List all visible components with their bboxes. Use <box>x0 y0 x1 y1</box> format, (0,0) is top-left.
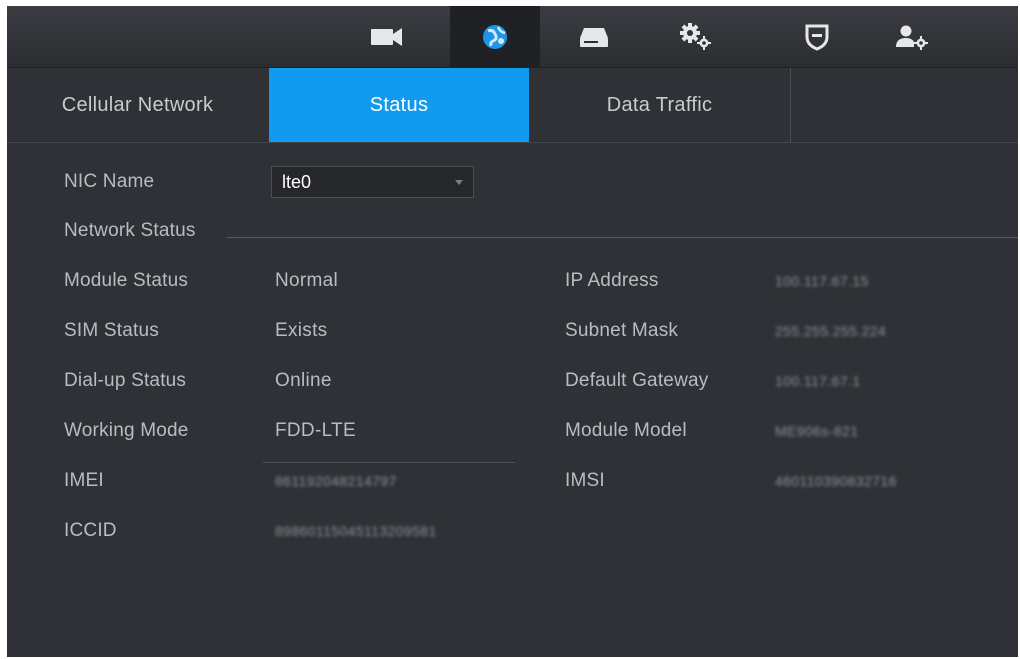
tab-bar: Cellular Network Status Data Traffic <box>7 68 1018 143</box>
sim-status-value: Exists <box>275 320 328 341</box>
working-mode-label: Working Mode <box>64 420 189 441</box>
tab-label: Data Traffic <box>606 93 713 116</box>
account-menu-button[interactable] <box>867 6 957 67</box>
module-model-value: ME906s-821 <box>775 423 859 439</box>
working-mode-underline <box>263 462 515 463</box>
section-title: Network Status <box>64 220 196 241</box>
iccid-label: ICCID <box>64 520 117 541</box>
app-window: Cellular Network Status Data Traffic NIC… <box>7 6 1018 657</box>
subnet-mask-value: 255.255.255.224 <box>775 323 887 339</box>
imei-label: IMEI <box>64 470 104 491</box>
tab-label: Status <box>369 93 429 116</box>
default-gateway-label: Default Gateway <box>565 370 709 391</box>
tab-divider <box>790 68 791 142</box>
module-status-value: Normal <box>275 270 339 291</box>
camera-icon <box>371 27 402 46</box>
subnet-mask-label: Subnet Mask <box>565 320 679 341</box>
section-divider <box>227 237 1018 238</box>
dialup-status-value: Online <box>275 370 332 391</box>
module-model-label: Module Model <box>565 420 687 441</box>
default-gateway-value: 100.117.67.1 <box>775 373 861 389</box>
nic-name-label: NIC Name <box>64 171 155 192</box>
security-menu-button[interactable] <box>772 6 862 67</box>
dialup-status-label: Dial-up Status <box>64 370 187 391</box>
security-shield-icon <box>805 24 829 51</box>
imei-value: 861192048214797 <box>275 473 397 489</box>
nic-name-selected: lte0 <box>282 172 312 192</box>
tab-label: Cellular Network <box>61 93 214 116</box>
network-menu-button[interactable] <box>450 6 540 67</box>
nic-name-dropdown[interactable]: lte0 <box>271 166 474 198</box>
storage-icon <box>580 27 608 47</box>
network-icon <box>483 24 507 49</box>
camera-menu-button[interactable] <box>342 6 432 67</box>
ip-address-label: IP Address <box>565 270 659 291</box>
top-menu-bar <box>7 6 1018 68</box>
imsi-label: IMSI <box>565 470 605 491</box>
module-status-label: Module Status <box>64 270 189 291</box>
imsi-value: 460110390832716 <box>775 473 897 489</box>
system-menu-button[interactable] <box>651 6 741 67</box>
system-settings-icon <box>680 22 711 50</box>
account-settings-icon <box>896 25 928 50</box>
iccid-value: 89860115045113209581 <box>275 523 437 539</box>
chevron-down-icon <box>455 180 463 185</box>
tab-status[interactable]: Status <box>269 68 529 142</box>
working-mode-value: FDD-LTE <box>275 420 356 441</box>
sim-status-label: SIM Status <box>64 320 159 341</box>
tab-cellular-network[interactable]: Cellular Network <box>7 68 268 142</box>
tab-data-traffic[interactable]: Data Traffic <box>529 68 790 142</box>
ip-address-value: 100.117.67.15 <box>775 273 869 289</box>
storage-menu-button[interactable] <box>549 6 639 67</box>
